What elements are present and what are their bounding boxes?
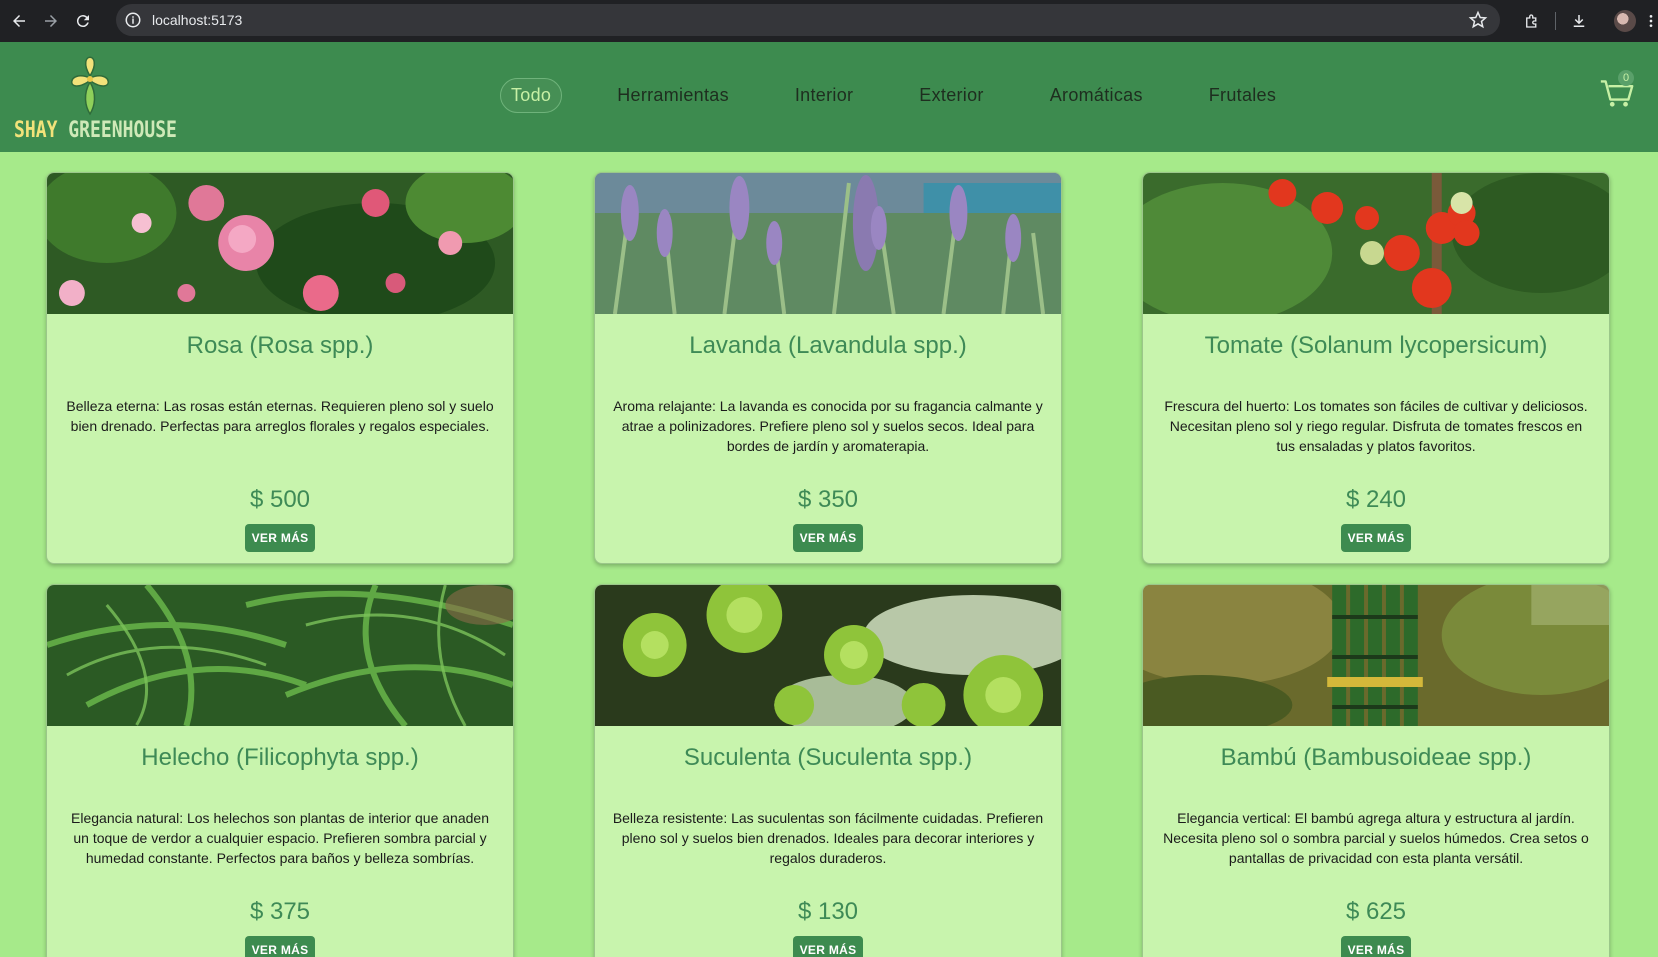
logo-word-greenhouse: GREENHOUSE (68, 118, 177, 143)
address-bar[interactable]: localhost:5173 (116, 4, 1500, 36)
lavender-image (595, 173, 1061, 314)
flower-logo-icon (71, 56, 109, 116)
product-card: Bambú (Bambusoideae spp.) Elegancia vert… (1142, 584, 1610, 957)
back-icon[interactable] (6, 8, 32, 34)
roses-image (47, 173, 513, 314)
product-price: $ 500 (249, 486, 311, 513)
product-description: Frescura del huerto: Los tomates son fác… (1164, 398, 1588, 454)
cart-button[interactable]: 0 (1598, 70, 1636, 110)
product-title: Lavanda (Lavandula spp.) (689, 332, 967, 359)
product-card: Tomate (Solanum lycopersicum) Frescura d… (1142, 172, 1610, 564)
product-price: $ 350 (797, 486, 859, 513)
product-card: Suculenta (Suculenta spp.) Belleza resis… (594, 584, 1062, 957)
nav-item-todo[interactable]: Todo (500, 78, 563, 113)
ver-mas-button[interactable]: VER MÁS (245, 936, 315, 957)
ver-mas-button[interactable]: VER MÁS (793, 524, 863, 552)
nav-item-interior[interactable]: Interior (784, 78, 864, 113)
category-nav: Todo Herramientas Interior Exterior Arom… (500, 78, 1331, 113)
reload-icon[interactable] (70, 8, 96, 34)
bamboo-image (1143, 585, 1609, 726)
nav-item-herramientas[interactable]: Herramientas (606, 78, 740, 113)
product-description: Belleza eterna: Las rosas están eternas.… (66, 398, 494, 434)
ver-mas-button[interactable]: VER MÁS (1341, 524, 1411, 552)
product-card: Rosa (Rosa spp.) Belleza eterna: Las ros… (46, 172, 514, 564)
logo-word-shay: SHAY (14, 118, 58, 143)
site-info-icon[interactable] (124, 11, 142, 29)
product-title: Bambú (Bambusoideae spp.) (1220, 744, 1532, 771)
product-title: Helecho (Filicophyta spp.) (141, 744, 419, 771)
url-text[interactable]: localhost:5173 (152, 12, 242, 28)
profile-avatar[interactable] (1614, 10, 1636, 32)
forward-icon[interactable] (38, 8, 64, 34)
product-price: $ 375 (249, 898, 311, 925)
nav-item-aromaticas[interactable]: Aromáticas (1039, 78, 1154, 113)
nav-item-exterior[interactable]: Exterior (908, 78, 994, 113)
succulent-image (595, 585, 1061, 726)
product-price: $ 240 (1345, 486, 1407, 513)
logo-text: SHAY GREENHOUSE (14, 118, 177, 143)
browser-toolbar: localhost:5173 (0, 0, 1658, 42)
site-logo[interactable]: SHAY GREENHOUSE (10, 46, 177, 146)
tomato-image (1143, 173, 1609, 314)
product-price: $ 130 (797, 898, 859, 925)
product-description: Aroma relajante: La lavanda es conocida … (613, 398, 1043, 454)
product-card: Lavanda (Lavandula spp.) Aroma relajante… (594, 172, 1062, 564)
ver-mas-button[interactable]: VER MÁS (245, 524, 315, 552)
product-card: Helecho (Filicophyta spp.) Elegancia nat… (46, 584, 514, 957)
product-description: Belleza resistente: Las suculentas son f… (612, 810, 1044, 866)
avatar (1614, 10, 1636, 32)
cart-count-badge: 0 (1618, 70, 1634, 86)
bookmark-star-icon[interactable] (1468, 10, 1488, 30)
fern-image (47, 585, 513, 726)
site-header: SHAY GREENHOUSE Todo Herramientas Interi… (0, 42, 1658, 152)
product-price: $ 625 (1345, 898, 1407, 925)
download-icon[interactable] (1568, 10, 1590, 32)
product-title: Suculenta (Suculenta spp.) (683, 744, 973, 771)
ver-mas-button[interactable]: VER MÁS (1341, 936, 1411, 957)
product-title: Rosa (Rosa spp.) (186, 332, 374, 359)
toolbar-divider (1555, 12, 1556, 30)
product-title: Tomate (Solanum lycopersicum) (1204, 332, 1548, 359)
nav-item-frutales[interactable]: Frutales (1198, 78, 1287, 113)
product-description: Elegancia vertical: El bambú agrega altu… (1163, 810, 1589, 866)
ver-mas-button[interactable]: VER MÁS (793, 936, 863, 957)
extensions-icon[interactable] (1521, 10, 1543, 32)
product-description: Elegancia natural: Los helechos son plan… (71, 810, 489, 866)
more-menu-icon[interactable] (1648, 10, 1654, 32)
